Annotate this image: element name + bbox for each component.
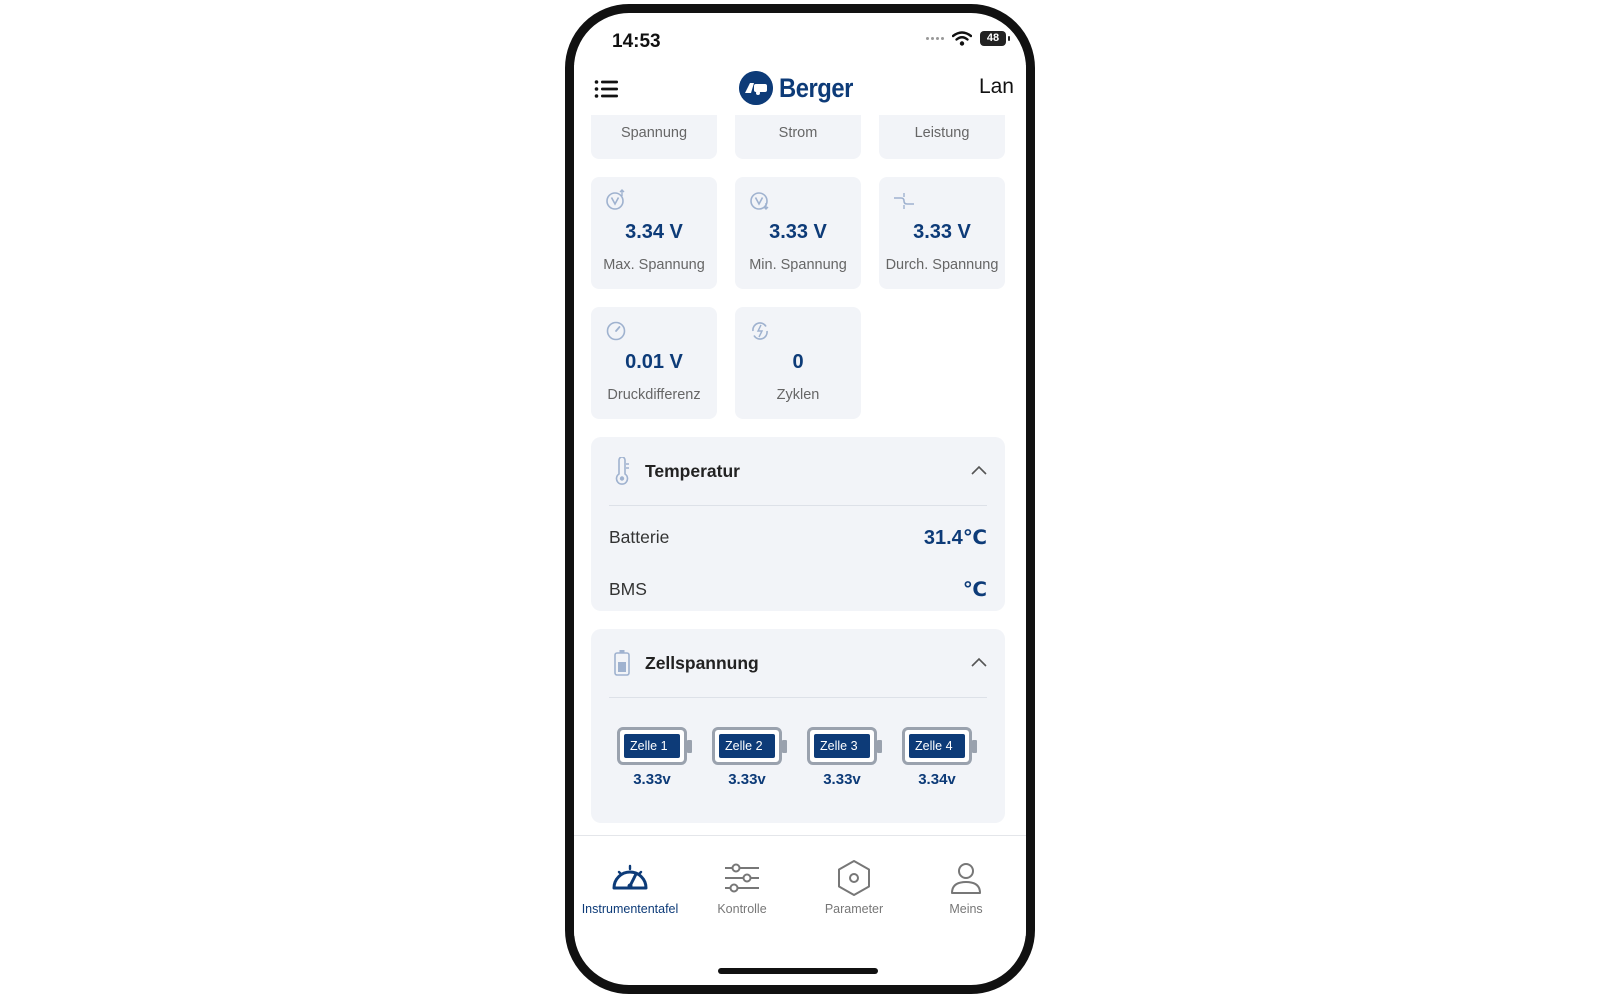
metric-label: Druckdifferenz <box>607 387 701 403</box>
language-button[interactable]: Lan <box>979 75 1014 99</box>
cell-value: 3.33v <box>728 771 766 788</box>
cell-name: Zelle 1 <box>624 734 680 758</box>
tile-label: Leistung <box>914 125 970 141</box>
divider <box>609 697 987 698</box>
cell-battery-icon: Zelle 1 <box>617 727 692 765</box>
row-value: 31.4℃ <box>923 527 987 549</box>
tab-dashboard[interactable]: Instrumententafel <box>574 858 686 916</box>
brand-name: Berger <box>779 72 853 103</box>
tab-label: Meins <box>949 902 983 916</box>
section-title: Zellspannung <box>645 653 759 673</box>
tile-label: Spannung <box>620 125 688 141</box>
status-icons: 48 <box>926 31 1010 46</box>
bottom-tab-bar: Instrumententafel Kontrolle Parameter Me… <box>574 835 1026 936</box>
home-indicator[interactable] <box>718 968 878 974</box>
tile-label: Strom <box>778 125 818 141</box>
app-screen: 14:53 48 Berger Lan Spannung Strom Leist… <box>574 13 1026 985</box>
status-time: 14:53 <box>612 31 661 52</box>
voltage-up-icon <box>606 189 625 210</box>
cell-battery-icon: Zelle 4 <box>902 727 977 765</box>
cell-battery-icon: Zelle 3 <box>807 727 882 765</box>
metric-value: 0.01 V <box>625 351 683 373</box>
tile-min-voltage: 3.33 V Min. Spannung <box>735 177 861 289</box>
temperature-row-bms: BMS ℃ <box>609 575 987 605</box>
wifi-icon <box>952 31 972 46</box>
cell-battery-icon: Zelle 2 <box>712 727 787 765</box>
tab-label: Instrumententafel <box>581 902 679 916</box>
tile-cycles: 0 Zyklen <box>735 307 861 419</box>
status-bar: 14:53 48 <box>574 13 1026 63</box>
thermometer-icon <box>615 457 629 485</box>
dashboard-icon <box>612 864 648 890</box>
row-label: BMS <box>609 579 647 599</box>
chevron-up-icon[interactable] <box>969 461 989 481</box>
tab-label: Parameter <box>824 902 884 916</box>
cell-voltage-header[interactable]: Zellspannung <box>591 629 1005 697</box>
metric-value: 0 <box>792 351 804 373</box>
cell-item: Zelle 2 3.33v <box>712 727 788 788</box>
signal-icon <box>926 37 944 40</box>
divider <box>609 505 987 506</box>
tab-label: Kontrolle <box>717 902 767 916</box>
battery-icon <box>614 650 630 676</box>
app-header: Berger Lan <box>574 65 1026 115</box>
cell-value: 3.33v <box>823 771 861 788</box>
metric-label: Max. Spannung <box>603 257 705 273</box>
tab-parameter[interactable]: Parameter <box>798 858 910 916</box>
battery-level: 48 <box>980 31 1010 46</box>
cell-item: Zelle 3 3.33v <box>807 727 883 788</box>
metric-label: Durch. Spannung <box>885 257 999 273</box>
cell-list: Zelle 1 3.33v Zelle 2 3.33v Zelle 3 3.33… <box>617 727 987 797</box>
brand-logo: Berger <box>739 71 863 105</box>
row-label: Batterie <box>609 527 670 547</box>
sliders-icon <box>725 863 759 893</box>
row-value: ℃ <box>962 579 987 601</box>
dashboard-content: Spannung Strom Leistung 3.34 V Max. Span… <box>574 115 1026 835</box>
tile-pressure-difference: 0.01 V Druckdifferenz <box>591 307 717 419</box>
metric-label: Min. Spannung <box>749 257 847 273</box>
gauge-icon <box>606 321 626 341</box>
metric-label: Zyklen <box>776 387 820 403</box>
wave-icon <box>894 193 914 209</box>
tile-voltage: Spannung <box>591 115 717 159</box>
cell-name: Zelle 4 <box>909 734 965 758</box>
metric-value: 3.34 V <box>625 221 683 243</box>
tile-avg-voltage: 3.33 V Durch. Spannung <box>879 177 1005 289</box>
cycle-icon <box>752 322 768 340</box>
section-title: Temperatur <box>645 461 740 481</box>
cell-value: 3.33v <box>633 771 671 788</box>
temperature-section: Temperatur Batterie 31.4℃ BMS ℃ <box>591 437 1005 611</box>
hexagon-settings-icon <box>838 860 870 896</box>
chevron-up-icon[interactable] <box>969 653 989 673</box>
berger-logo-icon <box>739 71 773 105</box>
user-icon <box>951 863 981 894</box>
tile-power: Leistung <box>879 115 1005 159</box>
cell-voltage-section: Zellspannung Zelle 1 3.33v Zelle 2 3.33v… <box>591 629 1005 823</box>
menu-icon[interactable] <box>594 77 620 101</box>
temperature-row-battery: Batterie 31.4℃ <box>609 523 987 553</box>
cell-name: Zelle 2 <box>719 734 775 758</box>
tab-control[interactable]: Kontrolle <box>686 858 798 916</box>
temperature-header[interactable]: Temperatur <box>591 437 1005 505</box>
cell-name: Zelle 3 <box>814 734 870 758</box>
metric-value: 3.33 V <box>769 221 827 243</box>
tab-profile[interactable]: Meins <box>910 858 1022 916</box>
tile-max-voltage: 3.34 V Max. Spannung <box>591 177 717 289</box>
cell-value: 3.34v <box>918 771 956 788</box>
cell-item: Zelle 1 3.33v <box>617 727 693 788</box>
voltage-down-icon <box>750 192 769 210</box>
tile-current: Strom <box>735 115 861 159</box>
phone-frame: 14:53 48 Berger Lan Spannung Strom Leist… <box>565 4 1035 994</box>
cell-item: Zelle 4 3.34v <box>902 727 978 788</box>
metric-value: 3.33 V <box>913 221 971 243</box>
